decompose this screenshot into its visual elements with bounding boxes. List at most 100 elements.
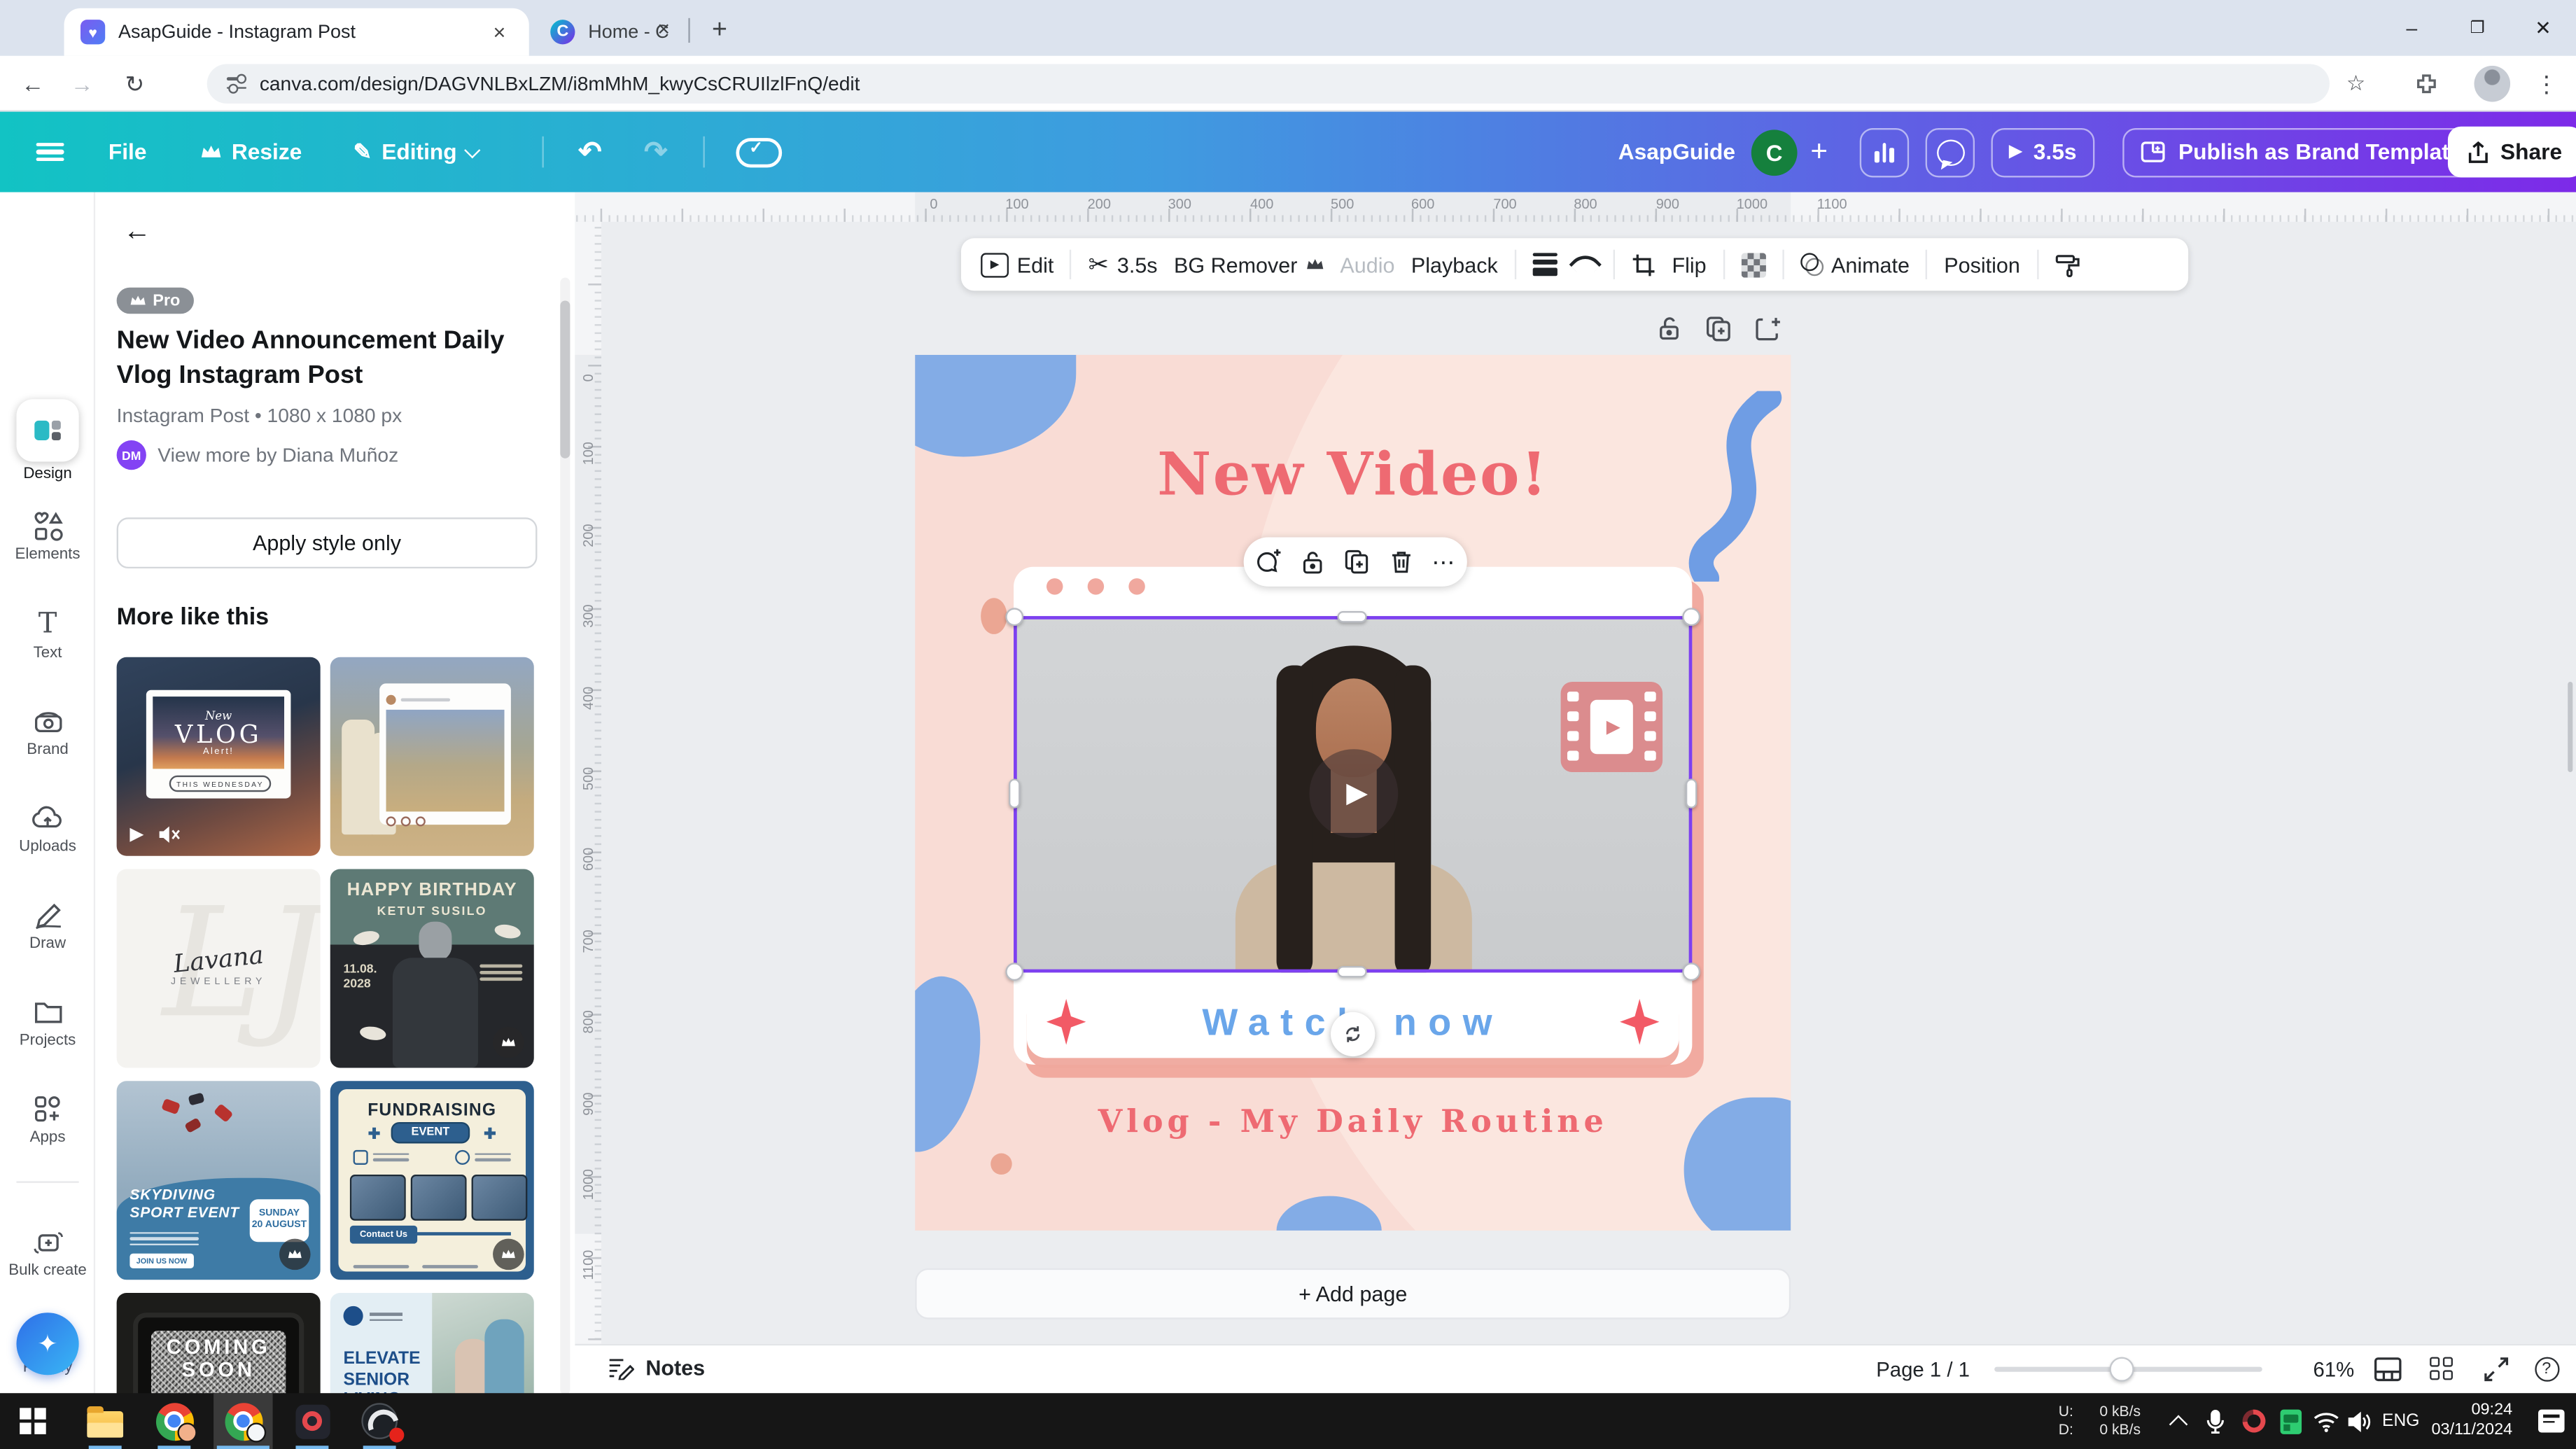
share-button[interactable]: Share (2448, 112, 2576, 192)
template-thumb-coming-soon[interactable]: COMINGSOON (117, 1293, 321, 1400)
undo-button[interactable]: ↶ (578, 112, 601, 192)
fullscreen-button[interactable] (2481, 1354, 2510, 1383)
app-tray-icon[interactable] (2281, 1393, 2302, 1449)
insights-button[interactable] (1860, 112, 1909, 192)
url-text[interactable]: canva.com/design/DAGVNLBxLZM/i8mMhM_kwyC… (260, 72, 860, 95)
comment-add-icon[interactable] (1254, 549, 1281, 575)
resize-handle-left[interactable] (1009, 778, 1020, 808)
comments-button[interactable] (1926, 112, 1975, 192)
sidebar-item-draw[interactable]: Draw (0, 897, 95, 953)
recorder-app-icon[interactable] (293, 1401, 332, 1441)
flip-button[interactable]: Flip (1672, 252, 1706, 276)
file-explorer-icon[interactable] (85, 1401, 125, 1441)
main-menu-icon[interactable] (36, 112, 64, 192)
clock[interactable]: 09:2403/11/2024 (2431, 1393, 2512, 1449)
add-member-button[interactable]: + (1810, 112, 1828, 192)
zoom-level[interactable]: 61% (2313, 1359, 2354, 1382)
back-button[interactable]: ← (16, 67, 49, 100)
sidebar-item-design[interactable]: Design (0, 399, 95, 483)
zoom-slider[interactable] (1994, 1367, 2262, 1372)
crop-button[interactable] (1631, 252, 1656, 276)
template-thumb-happy-birthday[interactable]: HAPPY BIRTHDAY KETUT SUSILO 11.08.2028 (330, 869, 534, 1068)
transparency-button[interactable] (1741, 252, 1765, 276)
sidebar-item-apps[interactable]: Apps (0, 1091, 95, 1147)
account-avatar[interactable]: C (1751, 112, 1798, 192)
url-field[interactable]: canva.com/design/DAGVNLBxLZM/i8mMhM_kwyC… (207, 64, 2330, 104)
resize-handle-bottom-left[interactable] (1005, 962, 1023, 981)
template-thumb-instagram-frame[interactable] (330, 657, 534, 856)
design-page[interactable]: New Video! ▶ ▶ (915, 355, 1791, 1231)
window-minimize-button[interactable]: – (2379, 0, 2444, 56)
lock-icon[interactable] (1301, 549, 1324, 575)
present-duration-button[interactable]: ▶3.5s (1991, 112, 2094, 192)
file-menu[interactable]: File (108, 112, 147, 192)
unlock-icon[interactable] (1656, 316, 1683, 342)
editing-mode-dropdown[interactable]: ✎ Editing (354, 112, 479, 192)
sidebar-item-uploads[interactable]: Uploads (0, 800, 95, 856)
copy-style-button[interactable] (2054, 252, 2081, 276)
template-thumb-elevate-senior[interactable]: ELEVATESENIORLIVING (330, 1293, 534, 1400)
notes-button[interactable]: Notes (608, 1355, 705, 1380)
speaker-icon[interactable] (2348, 1393, 2372, 1449)
muted-icon[interactable] (158, 824, 181, 844)
corner-rounding-icon[interactable] (1574, 253, 1597, 276)
forward-button[interactable]: → (66, 67, 99, 100)
position-button[interactable]: Position (1944, 252, 2020, 276)
design-caption-text[interactable]: Vlog - My Daily Routine (915, 1104, 1791, 1140)
sidebar-item-projects[interactable]: Projects (0, 994, 95, 1050)
site-settings-icon[interactable] (227, 76, 246, 92)
reload-button[interactable]: ↻ (118, 67, 151, 100)
template-thumb-skydiving[interactable]: SKYDIVINGSPORT EVENT SUNDAY20 AUGUST JOI… (117, 1081, 321, 1280)
obs-icon[interactable] (360, 1401, 399, 1441)
browser-tab-asapguide[interactable]: ♥ AsapGuide - Instagram Post × (64, 8, 529, 56)
trim-duration-button[interactable]: ✂3.5s (1088, 250, 1158, 279)
recording-tray-icon[interactable] (2243, 1393, 2266, 1449)
resize-handle-right[interactable] (1686, 778, 1697, 808)
resize-handle-bottom-right[interactable] (1682, 962, 1700, 981)
new-tab-button[interactable]: + (701, 13, 738, 50)
sidebar-item-elements[interactable]: Elements (0, 507, 95, 564)
design-heading-text[interactable]: New Video! (915, 440, 1791, 510)
resize-handle-top-right[interactable] (1682, 608, 1700, 626)
start-button[interactable] (13, 1401, 52, 1441)
sidebar-item-brand[interactable]: Brand (0, 703, 95, 759)
publish-brand-template-button[interactable]: Publish as Brand Template (2122, 112, 2479, 192)
tab-close-icon[interactable]: × (650, 15, 677, 41)
tray-expand-chevron[interactable] (2172, 1393, 2185, 1449)
bg-remover-button[interactable]: BG Remover (1174, 252, 1324, 276)
template-thumb-fundraising[interactable]: FUNDRAISING ✚ EVENT ✚ Contact Us (330, 1081, 534, 1280)
microphone-tray-icon[interactable] (2206, 1393, 2225, 1449)
wifi-icon[interactable] (2313, 1393, 2339, 1449)
chrome-icon[interactable] (155, 1401, 194, 1441)
template-thumb-new-vlog[interactable]: New VLOG Alert! THIS WEDNESDAY ▶ (117, 657, 321, 856)
browser-menu-icon[interactable]: ⋮ (2530, 67, 2563, 100)
add-page-button[interactable]: + Add page (915, 1268, 1791, 1320)
canvas-scrollbar[interactable] (2568, 682, 2572, 772)
chrome-active-icon[interactable] (223, 1401, 262, 1441)
bookmark-star-icon[interactable]: ☆ (2339, 67, 2372, 100)
help-button[interactable]: ? (2532, 1354, 2561, 1383)
template-thumb-lavana-jewellery[interactable]: LJ Lavana JEWELLERY (117, 869, 321, 1068)
animate-button[interactable]: Animate (1800, 252, 1910, 276)
resize-button[interactable]: Resize (200, 112, 302, 192)
window-restore-button[interactable]: ❐ (2444, 0, 2510, 56)
ai-assistant-button[interactable]: ✦ (16, 1312, 78, 1375)
sidebar-item-text[interactable]: T Text (0, 606, 95, 662)
notification-center-icon[interactable] (2538, 1393, 2565, 1449)
edit-button[interactable]: ▶Edit (981, 252, 1054, 276)
resize-handle-top-left[interactable] (1005, 608, 1023, 626)
language-indicator[interactable]: ENG (2382, 1393, 2419, 1449)
play-icon[interactable]: ▶ (130, 823, 144, 845)
duplicate-page-icon[interactable] (1705, 316, 1732, 342)
adjust-weight-icon[interactable] (1532, 249, 1557, 279)
author-link[interactable]: View more by Diana Muñoz (158, 444, 398, 467)
browser-profile-avatar[interactable] (2474, 66, 2510, 102)
tab-close-icon[interactable]: × (486, 19, 513, 46)
extensions-icon[interactable] (2415, 74, 2438, 97)
rotate-handle[interactable] (1331, 1012, 1375, 1056)
duplicate-icon[interactable] (1343, 549, 1370, 575)
window-close-button[interactable]: ✕ (2510, 0, 2576, 56)
add-page-icon[interactable] (1755, 316, 1782, 342)
apply-style-only-button[interactable]: Apply style only (117, 517, 538, 568)
sidebar-item-bulk-create[interactable]: Bulk create (0, 1224, 95, 1280)
